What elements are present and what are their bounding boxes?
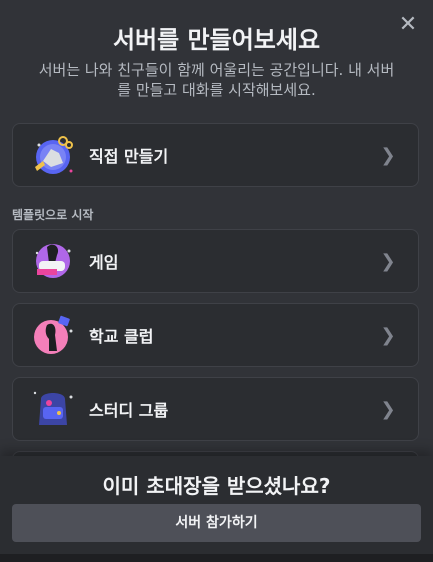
study-group-icon	[33, 391, 73, 425]
modal-title: 서버를 만들어보세요	[112, 26, 321, 54]
subtitle-line-1: 서버는 나와 친구들이 함께 어울리는 공간입니다. 내 서버	[38, 61, 395, 79]
chevron-right-icon: ❯	[380, 250, 396, 272]
school-club-label: 학교 클럽	[89, 327, 154, 346]
chevron-right-icon: ❯	[380, 144, 396, 166]
create-own-icon	[35, 136, 73, 174]
templates-section-label: 템플릿으로 시작	[12, 208, 94, 222]
school-club-icon	[34, 315, 73, 354]
options-list[interactable]: 직접 만들기 ❯ 템플릿으로 시작 게임 ❯ 학교 클럽 ❯ 스터디 그룹 ❯	[0, 118, 433, 456]
template-school-club[interactable]: 학교 클럽 ❯	[12, 303, 419, 367]
gaming-label: 게임	[89, 253, 119, 272]
modal-subtitle: 서버는 나와 친구들이 함께 어울리는 공간입니다. 내 서버 를 만들고 대화…	[16, 60, 417, 100]
template-study-group[interactable]: 스터디 그룹 ❯	[12, 377, 419, 441]
study-group-label: 스터디 그룹	[89, 401, 169, 420]
create-own-option[interactable]: 직접 만들기 ❯	[12, 123, 419, 187]
create-own-label: 직접 만들기	[89, 147, 169, 166]
gaming-icon	[35, 244, 71, 278]
chevron-right-icon: ❯	[380, 398, 396, 420]
bottom-edge	[0, 554, 433, 562]
modal-footer: 이미 초대장을 받으셨나요? 서버 참가하기	[0, 456, 433, 562]
join-server-button[interactable]: 서버 참가하기	[12, 504, 421, 542]
invite-question: 이미 초대장을 받으셨나요?	[102, 474, 331, 498]
template-gaming[interactable]: 게임 ❯	[12, 229, 419, 293]
create-server-modal: ✕ 서버를 만들어보세요 서버는 나와 친구들이 함께 어울리는 공간입니다. …	[0, 0, 433, 562]
chevron-right-icon: ❯	[380, 324, 396, 346]
subtitle-line-2: 를 만들고 대화를 시작해보세요.	[117, 81, 316, 99]
